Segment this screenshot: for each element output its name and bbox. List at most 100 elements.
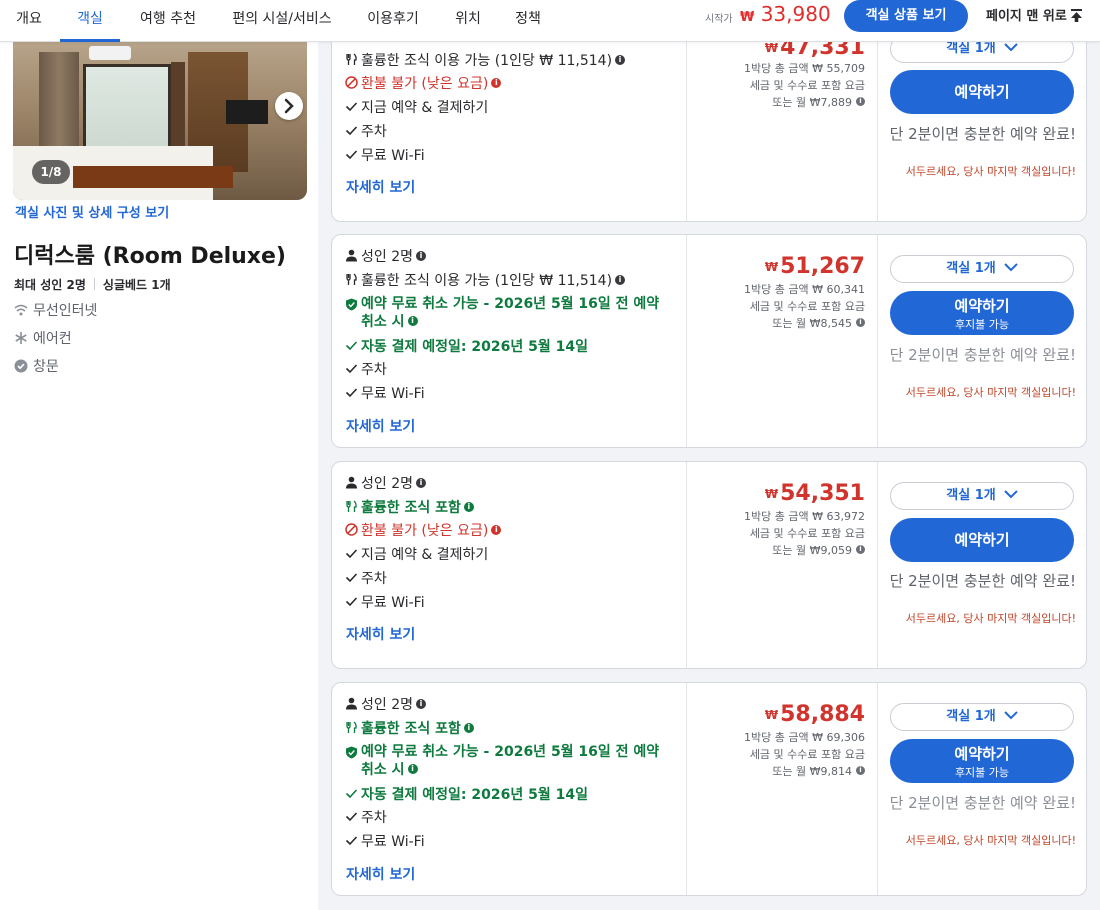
monthly-text: 또는 월 ₩7,889: [772, 96, 852, 109]
price-value: 54,351: [780, 481, 865, 506]
feature-breakfast: 훌륭한 조식 포함: [345, 719, 474, 738]
currency-symbol: ₩: [764, 708, 779, 722]
feature-parking: 주차: [345, 123, 387, 141]
room-photos-link[interactable]: 객실 사진 및 상세 구성 보기: [15, 202, 169, 221]
room-photo[interactable]: 1/8: [13, 42, 307, 200]
amenity-label: 무선인터넷: [33, 303, 98, 319]
details-link[interactable]: 자세히 보기: [346, 177, 415, 197]
info-icon[interactable]: [491, 521, 502, 539]
room-quantity-select[interactable]: 객실 1개: [890, 255, 1074, 283]
feature-pay-now: 지금 예약 & 결제하기: [345, 99, 488, 117]
book-label: 예약하기: [954, 531, 1010, 549]
tab-policy[interactable]: 정책: [502, 0, 554, 42]
top-nav: 개요 객실 여행 추천 편의 시설/서비스 이용후기 위치 정책 시작가 ₩ 3…: [0, 0, 1100, 42]
info-icon[interactable]: [615, 51, 626, 69]
details-link[interactable]: 자세히 보기: [346, 864, 415, 884]
feature-text: 주차: [361, 571, 387, 587]
check-icon: [345, 573, 358, 583]
view-room-offers-button[interactable]: 객실 상품 보기: [844, 0, 968, 32]
back-to-top-link[interactable]: 페이지 맨 위로: [986, 5, 1083, 24]
currency-symbol: ₩: [764, 487, 779, 501]
check-icon: [345, 150, 358, 160]
feature-breakfast: 훌륭한 조식 이용 가능 (1인당 ₩ 11,514): [345, 51, 626, 70]
utensils-icon: [346, 273, 357, 285]
info-icon[interactable]: [856, 541, 865, 557]
feature-wifi: 무료 Wi-Fi: [345, 147, 425, 165]
amenity-label: 에어컨: [33, 331, 72, 347]
tab-reviews[interactable]: 이용후기: [358, 0, 428, 42]
check-icon: [345, 126, 358, 136]
room-quantity-select[interactable]: 객실 1개: [890, 482, 1074, 510]
no-refund-icon: [345, 76, 358, 89]
room-offer-card: 성인 2명 훌륭한 조식 이용 가능 (1인당 ₩ 11,514) 예약 무료 …: [331, 234, 1087, 448]
back-to-top-label: 페이지 맨 위로: [986, 9, 1067, 24]
feature-text: 예약 무료 취소 가능 - 2026년 5월 16일 전 예약 취소 시: [361, 744, 660, 778]
monthly-payment: 또는 월 ₩9,059: [772, 541, 865, 559]
tab-location[interactable]: 위치: [442, 0, 494, 42]
tab-amenities[interactable]: 편의 시설/서비스: [222, 0, 342, 42]
info-icon[interactable]: [407, 760, 418, 778]
last-room-warning: 서두르세요, 당사 마지막 객실입니다!: [905, 834, 1076, 847]
info-icon[interactable]: [416, 695, 426, 713]
tab-overview[interactable]: 개요: [0, 0, 58, 42]
room-quantity-label: 객실 1개: [946, 41, 996, 56]
feature-text: 무료 Wi-Fi: [361, 386, 425, 402]
info-icon[interactable]: [407, 312, 418, 330]
person-icon: [346, 249, 357, 262]
book-button[interactable]: 예약하기: [890, 70, 1074, 114]
feature-text: 자동 결제 예정일: 2026년 5월 14일: [361, 339, 588, 355]
info-icon[interactable]: [856, 93, 865, 109]
offer-features: 성인 2명 훌륭한 조식 포함 환불 불가 (낮은 요금) 지금 예약 & 결제…: [332, 462, 686, 668]
book-button[interactable]: 예약하기 후지불 가능: [890, 291, 1074, 335]
info-icon[interactable]: [416, 474, 426, 492]
tax-included: 세금 및 수수료 포함 요금: [749, 79, 865, 92]
info-icon[interactable]: [615, 271, 626, 289]
check-icon: [345, 789, 358, 799]
feature-text: 주차: [361, 124, 387, 140]
divider: [93, 278, 95, 290]
next-photo-button[interactable]: [275, 92, 303, 120]
feature-text: 자동 결제 예정일: 2026년 5월 14일: [361, 787, 588, 803]
room-title: 디럭스룸 (Room Deluxe): [14, 244, 286, 269]
photo-tv: [226, 100, 268, 124]
info-icon[interactable]: [463, 498, 474, 516]
booking-note: 단 2분이면 충분한 예약 완료!: [889, 346, 1076, 364]
info-icon[interactable]: [491, 74, 502, 92]
feature-auto-payment: 자동 결제 예정일: 2026년 5월 14일: [345, 786, 588, 804]
book-label: 예약하기: [954, 745, 1010, 763]
offer-price: ₩58,884 1박당 총 금액 ₩ 69,306 세금 및 수수료 포함 요금…: [686, 683, 878, 895]
monthly-text: 또는 월 ₩9,059: [772, 544, 852, 557]
room-quantity-label: 객실 1개: [946, 488, 996, 503]
monthly-text: 또는 월 ₩9,814: [772, 765, 852, 778]
tab-trip-recommend[interactable]: 여행 추천: [128, 0, 208, 42]
feature-pay-now: 지금 예약 & 결제하기: [345, 546, 488, 564]
feature-parking: 주차: [345, 809, 387, 827]
info-icon[interactable]: [856, 314, 865, 330]
utensils-icon: [346, 500, 357, 512]
feature-text: 지금 예약 & 결제하기: [361, 547, 489, 563]
price: ₩58,884: [765, 702, 865, 727]
info-icon[interactable]: [463, 719, 474, 737]
snowflake-icon: [15, 332, 27, 344]
info-icon[interactable]: [416, 247, 426, 265]
details-link[interactable]: 자세히 보기: [346, 624, 415, 644]
book-label: 예약하기: [954, 83, 1010, 101]
book-button[interactable]: 예약하기: [890, 518, 1074, 562]
last-room-warning: 서두르세요, 당사 마지막 객실입니다!: [905, 165, 1076, 178]
info-icon[interactable]: [856, 762, 865, 778]
person-icon: [346, 476, 357, 489]
room-quantity-select[interactable]: 객실 1개: [890, 703, 1074, 731]
room-capacity: 최대 성인 2명: [14, 278, 86, 292]
offer-price: ₩51,267 1박당 총 금액 ₩ 60,341 세금 및 수수료 포함 요금…: [686, 235, 878, 447]
room-meta: 최대 성인 2명 싱글베드 1개: [14, 276, 171, 293]
chevron-down-icon: [1004, 43, 1018, 52]
amenity-wifi: 무선인터넷: [14, 300, 97, 320]
details-link[interactable]: 자세히 보기: [346, 416, 415, 436]
last-room-warning: 서두르세요, 당사 마지막 객실입니다!: [905, 612, 1076, 625]
tax-included: 세금 및 수수료 포함 요금: [749, 748, 865, 761]
feature-breakfast: 훌륭한 조식 포함: [345, 498, 474, 517]
tax-included: 세금 및 수수료 포함 요금: [749, 527, 865, 540]
tab-rooms[interactable]: 객실: [60, 0, 120, 42]
pay-later-label: 후지불 가능: [954, 318, 1010, 331]
book-button[interactable]: 예약하기 후지불 가능: [890, 739, 1074, 783]
